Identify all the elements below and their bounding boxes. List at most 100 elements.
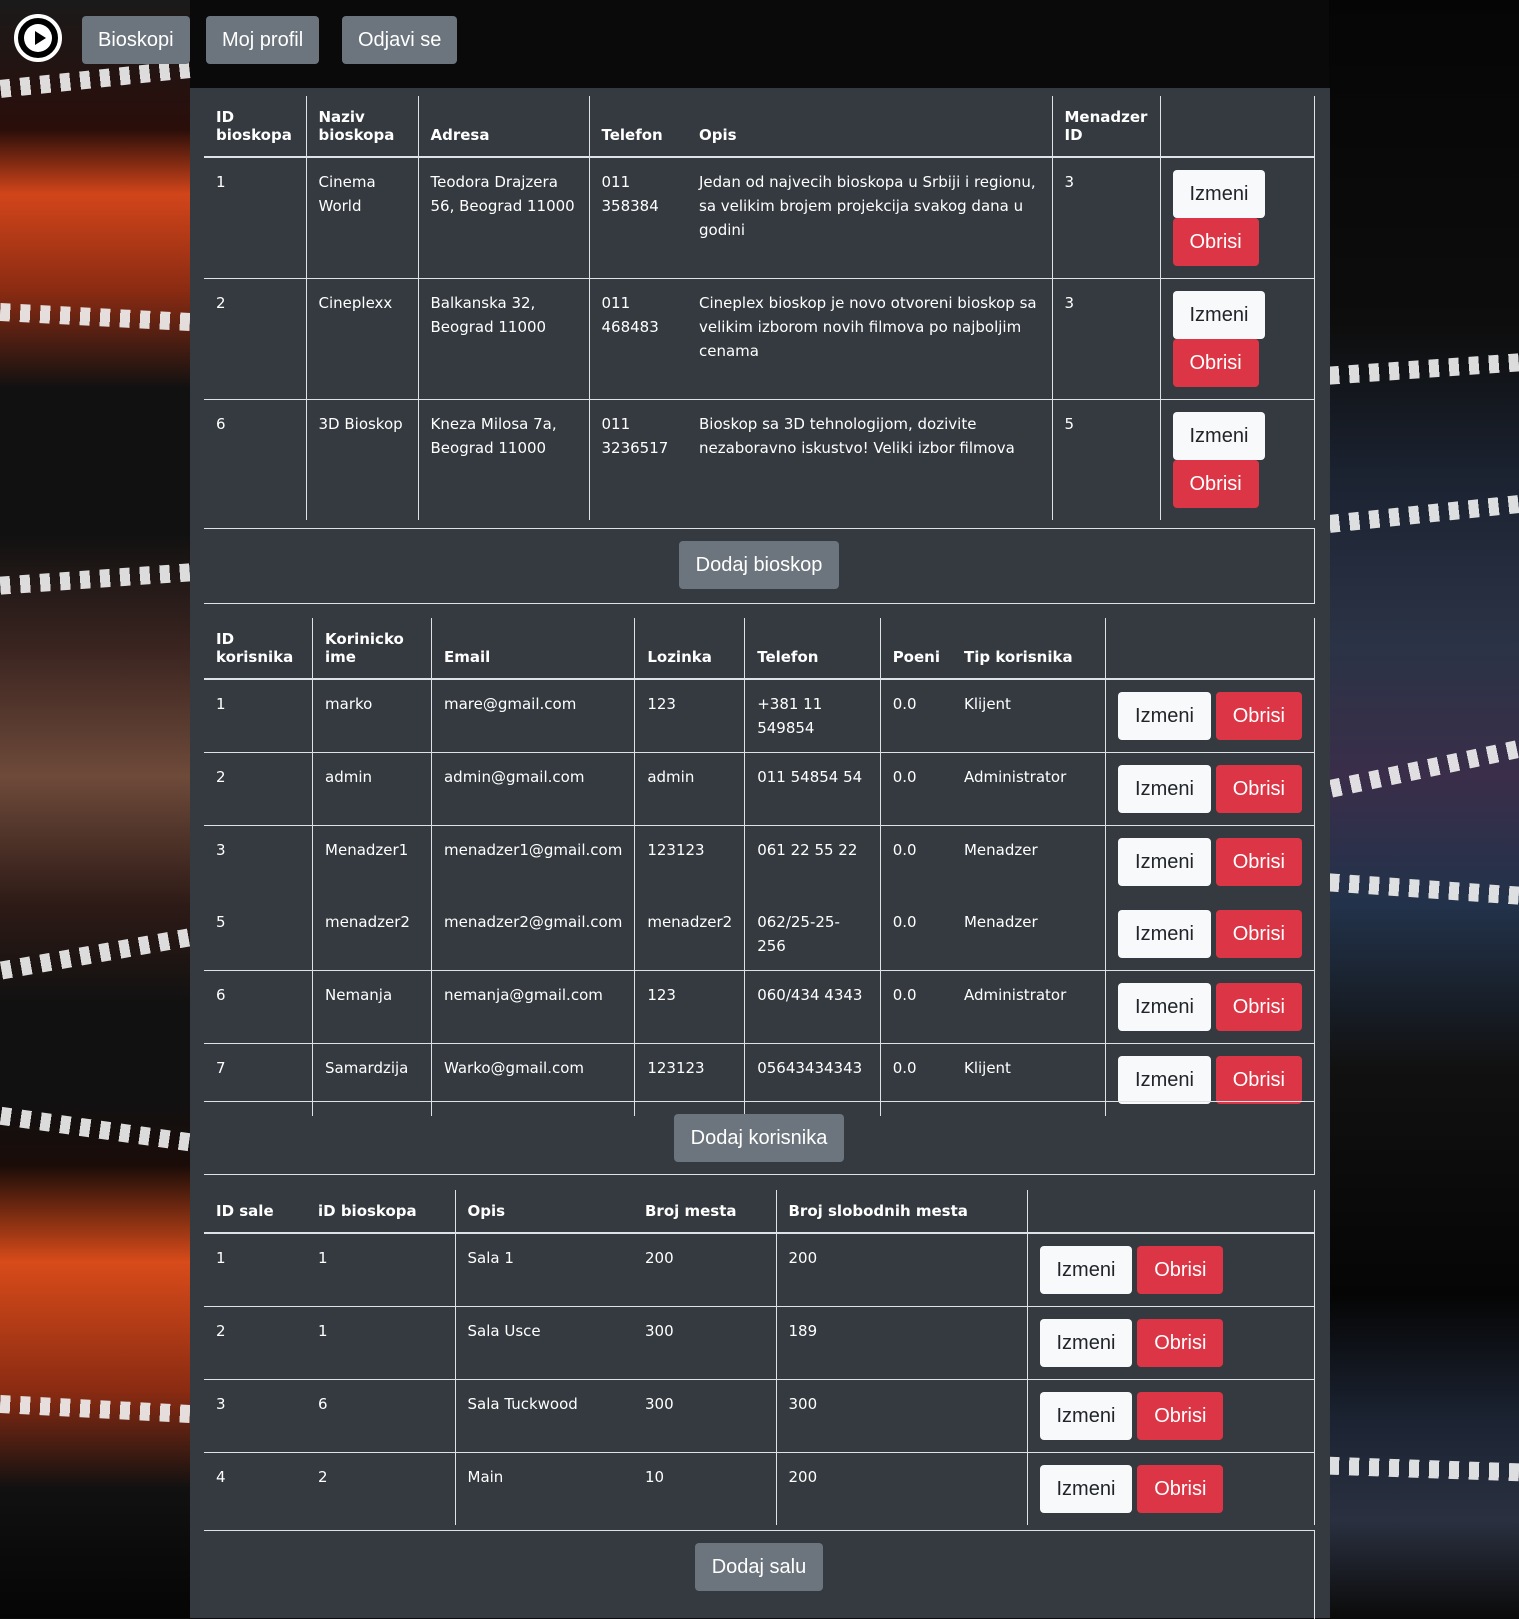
cell-actions: Izmeni Obrisi <box>1105 825 1314 898</box>
cell-actions: Izmeni Obrisi <box>1105 752 1314 826</box>
header-actions <box>1105 618 1314 680</box>
cell-points: 0.0 <box>879 825 952 898</box>
cell-desc: Sala Tuckwood <box>454 1379 633 1453</box>
cell-address: Kneza Milosa 7a, Beograd 11000 <box>417 399 589 520</box>
cell-phone: 011 54854 54 <box>744 752 881 826</box>
delete-button[interactable]: Obrisi <box>1137 1319 1224 1367</box>
delete-button[interactable]: Obrisi <box>1137 1246 1224 1294</box>
cell-actions: Izmeni Obrisi <box>1105 970 1314 1044</box>
film-sprockets <box>0 1395 191 1423</box>
halls-header-row: ID sale iD bioskopa Opis Broj mesta Broj… <box>204 1190 1314 1234</box>
cell-id: 2 <box>204 1306 306 1380</box>
add-hall-row: Dodaj salu <box>204 1530 1315 1619</box>
cell-actions: Izmeni Obrisi <box>1159 278 1314 400</box>
play-triangle <box>34 31 46 45</box>
admin-panel: ID bioskopa Naziv bioskopa Adresa Telefo… <box>190 88 1330 1619</box>
cell-desc: Main <box>454 1452 633 1525</box>
cell-manager: 3 <box>1051 278 1160 400</box>
table-row: 5 menadzer2 menadzer2@gmail.com menadzer… <box>204 898 1314 971</box>
cell-seats: 200 <box>645 1249 674 1267</box>
cell-actions: Izmeni Obrisi <box>1026 1306 1314 1380</box>
delete-button[interactable]: Obrisi <box>1215 910 1302 958</box>
table-row: 4 2 Main 10 200 Izmeni Obrisi <box>204 1452 1314 1525</box>
nav-profile-button[interactable]: Moj profil <box>206 16 320 64</box>
cell-email: mare@gmail.com <box>430 679 635 753</box>
cell-free: 300 <box>775 1379 1027 1453</box>
cell-phone: 011 358384 <box>588 157 687 279</box>
cell-desc: Sala Usce <box>454 1306 633 1380</box>
cell-type: Administrator <box>951 970 1106 1044</box>
delete-button[interactable]: Obrisi <box>1215 765 1302 813</box>
cell-manager: 5 <box>1051 399 1160 520</box>
nav-bioskopi-button[interactable]: Bioskopi <box>82 16 190 64</box>
cell-address: Teodora Drajzera 56, Beograd 11000 <box>417 157 589 279</box>
top-navbar: Bioskopi Moj profil Odjavi se <box>0 0 1519 82</box>
edit-button[interactable]: Izmeni <box>1118 765 1211 813</box>
table-row: 1 marko mare@gmail.com 123 +381 11 54985… <box>204 679 1314 753</box>
edit-button[interactable]: Izmeni <box>1118 983 1211 1031</box>
edit-button[interactable]: Izmeni <box>1172 412 1266 460</box>
users-header-row: ID korisnika Korinicko ime Email Lozinka… <box>204 618 1314 680</box>
add-cinema-button[interactable]: Dodaj bioskop <box>678 541 840 589</box>
cell-id: 5 <box>216 913 226 931</box>
cell-username: Menadzer1 <box>312 825 432 898</box>
header-broj-mesta: Broj mesta <box>633 1190 776 1234</box>
edit-button[interactable]: Izmeni <box>1039 1319 1133 1367</box>
header-telefon: Telefon <box>744 618 881 680</box>
cell-password: 123 <box>634 970 745 1044</box>
cell-type: Menadzer <box>951 825 1106 898</box>
edit-button[interactable]: Izmeni <box>1118 1056 1211 1104</box>
nav-logout-button[interactable]: Odjavi se <box>342 16 458 64</box>
header-id-sale: ID sale <box>204 1190 306 1234</box>
edit-button[interactable]: Izmeni <box>1039 1392 1133 1440</box>
delete-button[interactable]: Obrisi <box>1215 983 1302 1031</box>
edit-button[interactable]: Izmeni <box>1039 1246 1133 1294</box>
film-sprockets <box>1329 740 1519 798</box>
cell-phone: 061 22 55 22 <box>744 825 881 898</box>
edit-button[interactable]: Izmeni <box>1118 910 1211 958</box>
header-id-bioskopa: ID bioskopa <box>204 96 306 158</box>
users-table: ID korisnika Korinicko ime Email Lozinka… <box>204 618 1314 1116</box>
cell-address: Balkanska 32, Beograd 11000 <box>417 278 589 400</box>
delete-button[interactable]: Obrisi <box>1172 460 1259 508</box>
header-id-bioskopa: iD bioskopa <box>306 1190 455 1234</box>
cinemas-header-row: ID bioskopa Naziv bioskopa Adresa Telefo… <box>204 96 1314 158</box>
cell-password: 123 <box>634 679 745 753</box>
edit-button[interactable]: Izmeni <box>1118 838 1211 886</box>
cell-username: Nemanja <box>312 970 432 1044</box>
film-sprockets <box>0 563 191 595</box>
edit-button[interactable]: Izmeni <box>1172 170 1266 218</box>
delete-button[interactable]: Obrisi <box>1172 339 1259 387</box>
delete-button[interactable]: Obrisi <box>1215 1056 1302 1104</box>
cell-free: 200 <box>775 1452 1027 1525</box>
play-circle <box>24 24 52 52</box>
cell-email: menadzer2@gmail.com <box>430 898 635 971</box>
header-tip-korisnika: Tip korisnika <box>951 618 1106 680</box>
play-logo-icon[interactable] <box>14 14 62 62</box>
table-row: 3 Menadzer1 menadzer1@gmail.com 123123 0… <box>204 825 1314 898</box>
delete-button[interactable]: Obrisi <box>1215 692 1302 740</box>
table-row: 2 Cineplexx Balkanska 32, Beograd 11000 … <box>204 278 1314 400</box>
delete-button[interactable]: Obrisi <box>1215 838 1302 886</box>
cell-desc: Bioskop sa 3D tehnologijom, dozivite nez… <box>687 399 1052 520</box>
halls-table: ID sale iD bioskopa Opis Broj mesta Broj… <box>204 1190 1314 1525</box>
add-user-button[interactable]: Dodaj korisnika <box>673 1114 845 1162</box>
add-hall-button[interactable]: Dodaj salu <box>694 1543 824 1591</box>
cell-name: 3D Bioskop <box>305 399 418 520</box>
cell-desc: Sala 1 <box>454 1233 633 1307</box>
cell-id: 3 <box>204 825 313 898</box>
delete-button[interactable]: Obrisi <box>1137 1392 1224 1440</box>
header-opis: Opis <box>687 96 1052 158</box>
film-sprockets <box>0 303 191 331</box>
edit-button[interactable]: Izmeni <box>1039 1465 1133 1513</box>
cell-name: Cinema World <box>305 157 418 279</box>
delete-button[interactable]: Obrisi <box>1137 1465 1224 1513</box>
edit-button[interactable]: Izmeni <box>1118 692 1211 740</box>
edit-button[interactable]: Izmeni <box>1172 291 1266 339</box>
cell-points: 0.0 <box>879 679 952 753</box>
film-sprockets <box>1328 1456 1519 1482</box>
cell-points: 0.0 <box>879 898 952 971</box>
delete-button[interactable]: Obrisi <box>1172 218 1259 266</box>
table-row: 3 6 Sala Tuckwood 300 300 Izmeni Obrisi <box>204 1379 1314 1453</box>
cell-actions: Izmeni Obrisi <box>1026 1233 1314 1307</box>
